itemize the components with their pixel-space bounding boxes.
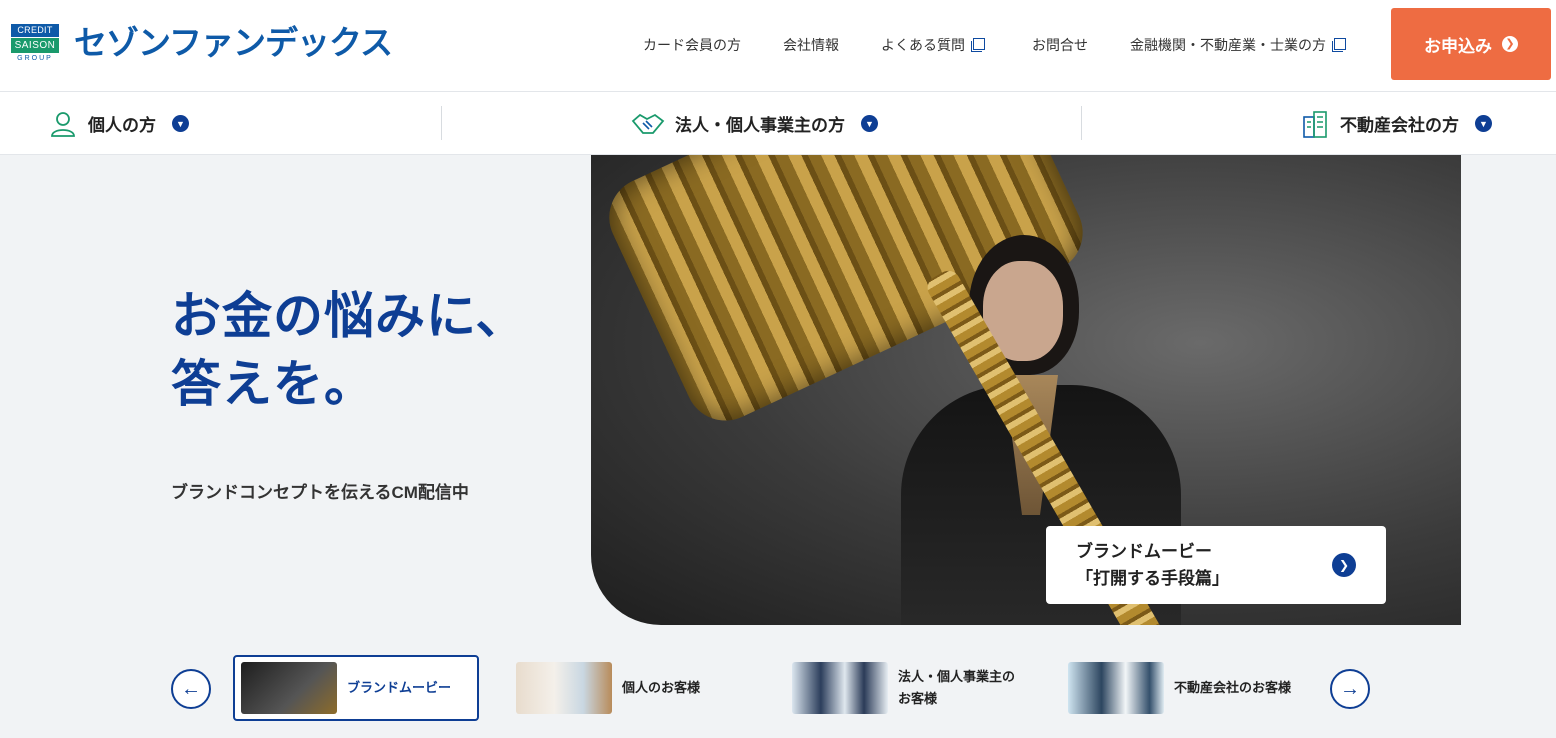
category-business[interactable]: 法人・個人事業主の方 ▼ (631, 92, 878, 155)
category-divider (441, 106, 442, 140)
carousel-item-real-estate[interactable]: 不動産会社のお客様 (1068, 655, 1291, 721)
external-link-icon (971, 38, 985, 52)
hero-subtitle: ブランドコンセプトを伝えるCM配信中 (171, 483, 469, 502)
carousel-prev-button[interactable]: ← (171, 669, 211, 709)
chevron-down-icon: ▼ (1475, 115, 1492, 132)
hero-title-line1: お金の悩みに、 (171, 288, 527, 344)
hero-title-line2: 答えを。 (171, 356, 375, 412)
arrow-right-icon: → (1340, 677, 1360, 700)
logo-credit-text: CREDIT (11, 24, 59, 37)
carousel-item-label-line2: お客様 (898, 691, 938, 706)
carousel-item-label-line1: 法人・個人事業主の (898, 669, 1016, 684)
brand-name-logo[interactable]: セゾンファンデックス (74, 22, 393, 64)
category-real-estate-label: 不動産会社の方 (1340, 116, 1459, 135)
handshake-icon (631, 113, 665, 134)
category-individual[interactable]: 個人の方 ▼ (48, 92, 189, 155)
nav-contact[interactable]: お問合せ (1032, 34, 1088, 56)
nav-contact-label: お問合せ (1032, 37, 1088, 53)
carousel-item-individual[interactable]: 個人のお客様 (516, 655, 700, 721)
category-real-estate[interactable]: 不動産会社の方 ▼ (1300, 92, 1492, 155)
nav-faq-label: よくある質問 (881, 37, 965, 53)
hero-title: お金の悩みに、 答えを。 (171, 282, 527, 418)
logo-group-text: GROUP (17, 55, 53, 62)
arrow-left-icon: ← (181, 677, 201, 700)
building-icon (1303, 110, 1327, 138)
nav-partners[interactable]: 金融機関・不動産業・士業の方 (1130, 34, 1346, 56)
brand-movie-card-line2: 「打開する手段篇」 (1076, 569, 1229, 588)
site-header: CREDIT SAISON GROUP セゾンファンデックス カード会員の方 会… (0, 0, 1556, 92)
nav-card-members[interactable]: カード会員の方 (643, 34, 741, 56)
category-business-label: 法人・個人事業主の方 (675, 116, 845, 135)
person-icon (51, 111, 75, 137)
credit-saison-logo[interactable]: CREDIT SAISON GROUP (11, 24, 59, 64)
category-nav: 個人の方 ▼ 法人・個人事業主の方 ▼ 不動産会社の方 ▼ (0, 92, 1556, 155)
carousel-thumbnail (241, 662, 337, 714)
logo-saison-text: SAISON (11, 38, 59, 53)
brand-movie-card-line1: ブランドムービー (1076, 542, 1212, 561)
nav-faq[interactable]: よくある質問 (881, 34, 985, 56)
carousel-thumbnail (516, 662, 612, 714)
brand-movie-card[interactable]: ブランドムービー 「打開する手段篇」 ❯ (1046, 526, 1386, 604)
apply-button[interactable]: お申込み ❯ (1391, 8, 1551, 80)
carousel-item-business[interactable]: 法人・個人事業主の お客様 (792, 655, 1015, 721)
category-divider (1081, 106, 1082, 140)
chevron-down-icon: ▼ (861, 115, 878, 132)
carousel-item-label: ブランドムービー (347, 680, 452, 695)
apply-button-label: お申込み (1424, 36, 1492, 56)
nav-company-info-label: 会社情報 (783, 37, 839, 53)
carousel-next-button[interactable]: → (1330, 669, 1370, 709)
carousel-item-brand-movie[interactable]: ブランドムービー (233, 655, 479, 721)
external-link-icon (1332, 38, 1346, 52)
carousel-item-label: 個人のお客様 (622, 680, 701, 695)
brand-movie-card-text: ブランドムービー 「打開する手段篇」 (1076, 538, 1229, 592)
nav-partners-label: 金融機関・不動産業・士業の方 (1130, 37, 1326, 53)
nav-card-members-label: カード会員の方 (643, 37, 741, 53)
chevron-down-icon: ▼ (172, 115, 189, 132)
carousel-item-label: 法人・個人事業主の お客様 (898, 666, 1015, 710)
chevron-right-icon: ❯ (1332, 553, 1356, 577)
chevron-right-icon: ❯ (1502, 36, 1518, 52)
category-individual-label: 個人の方 (88, 116, 156, 135)
carousel-item-label: 不動産会社のお客様 (1174, 680, 1292, 695)
carousel-thumbnail (792, 662, 888, 714)
nav-company-info[interactable]: 会社情報 (783, 34, 839, 56)
carousel-thumbnail (1068, 662, 1164, 714)
